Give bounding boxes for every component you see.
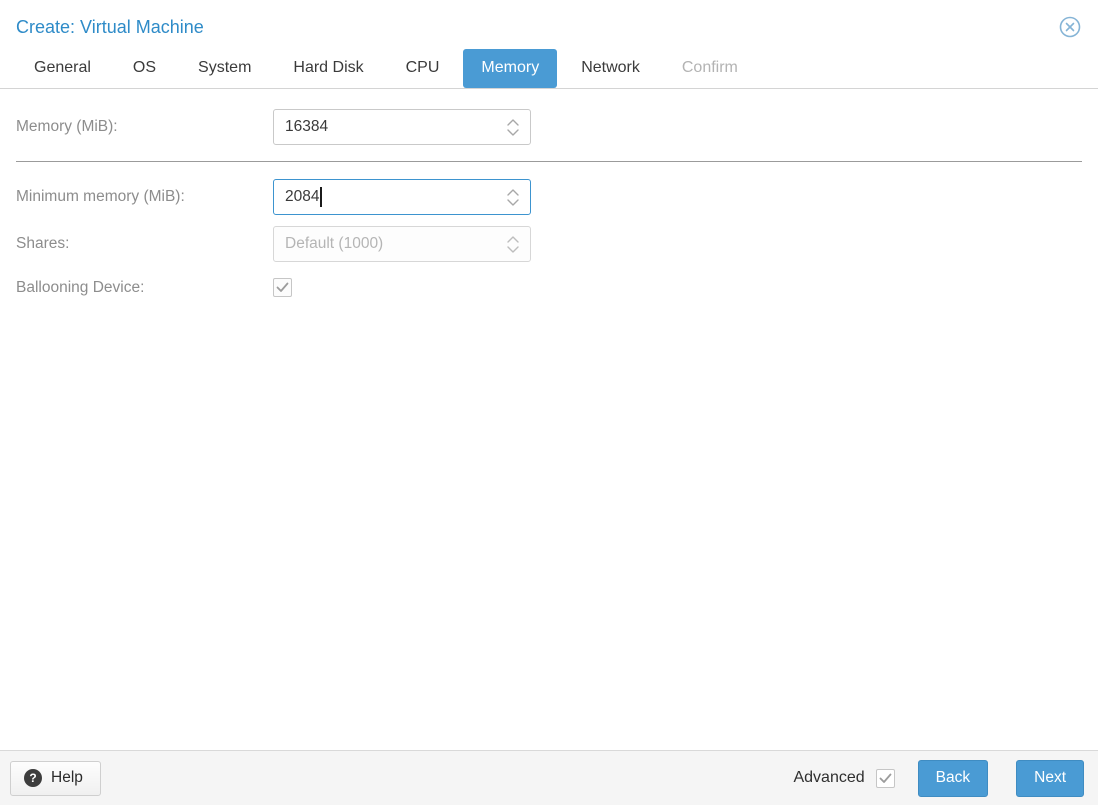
min-memory-value: 2084 [285, 188, 320, 205]
back-button[interactable]: Back [917, 759, 989, 797]
dialog-titlebar: Create: Virtual Machine [0, 0, 1098, 49]
wizard-tab-bar: General OS System Hard Disk CPU Memory N… [0, 49, 1098, 89]
tab-memory[interactable]: Memory [463, 49, 558, 88]
chevron-down-icon [507, 128, 519, 136]
advanced-checkbox[interactable] [875, 768, 895, 788]
shares-value: Default (1000) [285, 235, 384, 252]
shares-label: Shares: [16, 235, 70, 252]
footer-actions: Advanced Back Next [793, 759, 1084, 797]
create-vm-dialog: Create: Virtual Machine General OS Syste… [0, 0, 1098, 805]
min-memory-spinner[interactable] [505, 180, 521, 214]
tab-os[interactable]: OS [115, 49, 174, 88]
chevron-down-icon [507, 198, 519, 206]
check-icon [879, 773, 892, 783]
dialog-footer: ? Help Advanced Back Next [0, 750, 1098, 805]
memory-row: Memory (MiB): 16384 [16, 109, 1082, 145]
next-button[interactable]: Next [1016, 759, 1084, 797]
advanced-label: Advanced [793, 769, 865, 786]
memory-form: Memory (MiB): 16384 Minimum memory (MiB)… [0, 89, 1098, 750]
advanced-section-divider [16, 161, 1082, 162]
ballooning-row: Ballooning Device: [16, 278, 1082, 297]
memory-spinner[interactable] [505, 110, 521, 144]
ballooning-label: Ballooning Device: [16, 278, 145, 296]
close-icon[interactable] [1058, 15, 1082, 39]
min-memory-input[interactable]: 2084 [273, 179, 531, 215]
memory-label: Memory (MiB): [16, 118, 118, 135]
check-icon [276, 282, 289, 292]
shares-spinner [505, 227, 521, 261]
chevron-up-icon [507, 235, 519, 243]
chevron-down-icon [507, 245, 519, 253]
help-button[interactable]: ? Help [10, 760, 101, 796]
tab-cpu[interactable]: CPU [388, 49, 458, 88]
memory-value: 16384 [285, 118, 329, 135]
memory-input[interactable]: 16384 [273, 109, 531, 145]
help-button-label: Help [51, 768, 83, 786]
tab-hard-disk[interactable]: Hard Disk [275, 49, 381, 88]
min-memory-label: Minimum memory (MiB): [16, 188, 185, 205]
dialog-title: Create: Virtual Machine [16, 16, 204, 37]
text-cursor [320, 187, 322, 207]
ballooning-checkbox[interactable] [273, 278, 292, 297]
shares-input: Default (1000) [273, 226, 531, 262]
tab-network[interactable]: Network [563, 49, 658, 88]
question-icon: ? [24, 768, 42, 787]
chevron-up-icon [507, 188, 519, 196]
tab-general[interactable]: General [16, 49, 109, 88]
min-memory-row: Minimum memory (MiB): 2084 [16, 179, 1082, 215]
shares-row: Shares: Default (1000) [16, 226, 1082, 262]
tab-system[interactable]: System [180, 49, 269, 88]
chevron-up-icon [507, 118, 519, 126]
tab-confirm: Confirm [681, 59, 738, 76]
